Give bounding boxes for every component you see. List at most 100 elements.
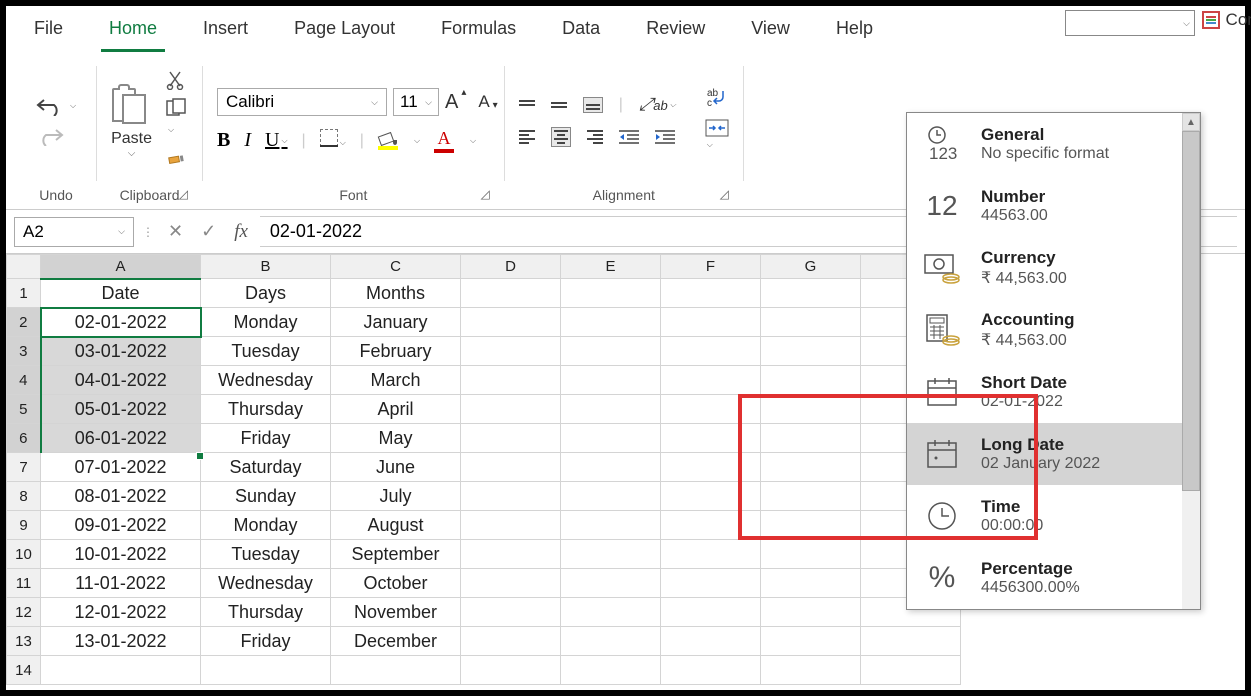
borders-button[interactable]: ⌵ bbox=[320, 129, 346, 152]
cell[interactable] bbox=[461, 482, 561, 511]
menu-file[interactable]: File bbox=[26, 12, 71, 52]
cell[interactable] bbox=[561, 395, 661, 424]
cell[interactable] bbox=[661, 395, 761, 424]
cell[interactable]: 10-01-2022 bbox=[41, 540, 201, 569]
alignment-launcher[interactable]: ◿ bbox=[720, 187, 729, 201]
cell[interactable] bbox=[761, 569, 861, 598]
orientation-button[interactable]: ⤢ab⌵ bbox=[639, 94, 676, 115]
cell[interactable]: June bbox=[331, 453, 461, 482]
cell[interactable]: Date bbox=[41, 279, 201, 308]
cell[interactable]: January bbox=[331, 308, 461, 337]
cell[interactable] bbox=[461, 308, 561, 337]
align-top-button[interactable] bbox=[519, 100, 535, 110]
cell[interactable]: 04-01-2022 bbox=[41, 366, 201, 395]
align-center-button[interactable] bbox=[551, 127, 571, 147]
font-color-button[interactable]: A bbox=[434, 128, 454, 153]
cell[interactable]: April bbox=[331, 395, 461, 424]
cell[interactable] bbox=[661, 540, 761, 569]
cell[interactable] bbox=[761, 511, 861, 540]
align-middle-button[interactable] bbox=[551, 98, 567, 112]
cell[interactable]: Days bbox=[201, 279, 331, 308]
cell[interactable]: 12-01-2022 bbox=[41, 598, 201, 627]
cell[interactable] bbox=[761, 308, 861, 337]
menu-formulas[interactable]: Formulas bbox=[433, 12, 524, 52]
cell[interactable]: Monday bbox=[201, 308, 331, 337]
cell[interactable] bbox=[461, 627, 561, 656]
col-header-g[interactable]: G bbox=[761, 255, 861, 279]
align-left-button[interactable] bbox=[519, 130, 535, 144]
cell[interactable] bbox=[461, 366, 561, 395]
cell[interactable]: May bbox=[331, 424, 461, 453]
cell[interactable] bbox=[461, 424, 561, 453]
cell[interactable]: Monday bbox=[201, 511, 331, 540]
bold-button[interactable]: B bbox=[217, 129, 230, 152]
cell[interactable]: 03-01-2022 bbox=[41, 337, 201, 366]
menu-review[interactable]: Review bbox=[638, 12, 713, 52]
cell[interactable] bbox=[461, 453, 561, 482]
cell[interactable] bbox=[761, 279, 861, 308]
cell[interactable] bbox=[761, 598, 861, 627]
select-all-corner[interactable] bbox=[7, 255, 41, 279]
cell[interactable] bbox=[461, 656, 561, 685]
menu-help[interactable]: Help bbox=[828, 12, 881, 52]
clipboard-launcher[interactable]: ◿ bbox=[179, 187, 188, 201]
cell[interactable] bbox=[761, 627, 861, 656]
format-currency[interactable]: Currency₹ 44,563.00 bbox=[907, 237, 1200, 299]
cell[interactable] bbox=[661, 337, 761, 366]
cell[interactable] bbox=[661, 598, 761, 627]
menu-page-layout[interactable]: Page Layout bbox=[286, 12, 403, 52]
cell[interactable]: Saturday bbox=[201, 453, 331, 482]
cell[interactable] bbox=[41, 656, 201, 685]
cell[interactable] bbox=[561, 598, 661, 627]
conditional-formatting-button[interactable]: Conditional Form bbox=[1202, 10, 1251, 30]
format-time[interactable]: Time00:00:00 bbox=[907, 485, 1200, 547]
cell[interactable]: 08-01-2022 bbox=[41, 482, 201, 511]
increase-indent-button[interactable] bbox=[655, 129, 675, 145]
cell[interactable] bbox=[661, 453, 761, 482]
cell[interactable]: September bbox=[331, 540, 461, 569]
cell[interactable] bbox=[561, 569, 661, 598]
format-number[interactable]: 12 Number44563.00 bbox=[907, 175, 1200, 237]
cell[interactable] bbox=[561, 366, 661, 395]
row-header[interactable]: 12 bbox=[7, 598, 41, 627]
row-header[interactable]: 14 bbox=[7, 656, 41, 685]
cell[interactable] bbox=[561, 482, 661, 511]
paste-button[interactable]: Paste ⌵ bbox=[111, 82, 152, 159]
row-header[interactable]: 10 bbox=[7, 540, 41, 569]
row-header[interactable]: 11 bbox=[7, 569, 41, 598]
cell[interactable]: Friday bbox=[201, 424, 331, 453]
decrease-font-button[interactable]: A bbox=[478, 92, 489, 112]
cell[interactable] bbox=[561, 511, 661, 540]
menu-home[interactable]: Home bbox=[101, 12, 165, 52]
cell[interactable] bbox=[561, 308, 661, 337]
cell[interactable]: 09-01-2022 bbox=[41, 511, 201, 540]
cell[interactable]: February bbox=[331, 337, 461, 366]
font-name-select[interactable]: Calibri⌵ bbox=[217, 88, 387, 116]
cell[interactable] bbox=[461, 337, 561, 366]
fill-color-button[interactable] bbox=[378, 132, 398, 150]
cell[interactable] bbox=[661, 366, 761, 395]
row-header[interactable]: 2 bbox=[7, 308, 41, 337]
format-long-date[interactable]: Long Date02 January 2022 bbox=[907, 423, 1200, 485]
cell[interactable] bbox=[461, 395, 561, 424]
cell[interactable] bbox=[761, 366, 861, 395]
cell[interactable]: Sunday bbox=[201, 482, 331, 511]
menu-data[interactable]: Data bbox=[554, 12, 608, 52]
cell[interactable] bbox=[661, 482, 761, 511]
row-header[interactable]: 1 bbox=[7, 279, 41, 308]
align-bottom-button[interactable] bbox=[583, 97, 603, 113]
cell[interactable]: 05-01-2022 bbox=[41, 395, 201, 424]
underline-button[interactable]: U⌵ bbox=[265, 129, 288, 152]
format-painter-button[interactable] bbox=[162, 145, 193, 176]
cell[interactable] bbox=[661, 308, 761, 337]
cell[interactable]: 11-01-2022 bbox=[41, 569, 201, 598]
col-header-c[interactable]: C bbox=[331, 255, 461, 279]
font-launcher[interactable]: ◿ bbox=[480, 187, 489, 201]
cell[interactable]: Tuesday bbox=[201, 337, 331, 366]
col-header-f[interactable]: F bbox=[661, 255, 761, 279]
cell[interactable]: July bbox=[331, 482, 461, 511]
cell[interactable] bbox=[561, 656, 661, 685]
cell[interactable] bbox=[861, 627, 961, 656]
cell[interactable] bbox=[561, 279, 661, 308]
cell[interactable] bbox=[461, 569, 561, 598]
